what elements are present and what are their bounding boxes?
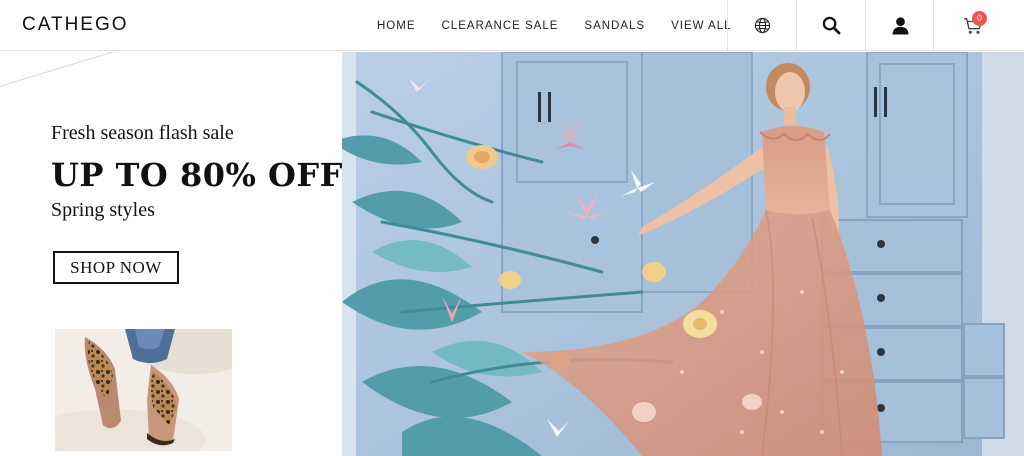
nav-item-view-all[interactable]: VIEW ALL [671, 20, 731, 32]
promo-panel: Fresh season flash sale UP TO 80% OFF Sp… [0, 52, 342, 456]
cart-count-badge: 0 [972, 11, 987, 26]
sandals-product-image[interactable] [55, 329, 232, 451]
hero-illustration [342, 52, 1024, 456]
nav-item-home[interactable]: HOME [377, 20, 416, 32]
promo-headline: UP TO 80% OFF [51, 156, 342, 194]
search-icon [822, 16, 840, 35]
account-button[interactable] [865, 0, 934, 51]
main-nav: HOME CLEARANCE SALE SANDALS VIEW ALL [377, 20, 758, 32]
promo-kicker: Fresh season flash sale [51, 122, 234, 144]
user-icon [891, 17, 909, 35]
language-button[interactable] [727, 0, 796, 51]
sandals-illustration [55, 329, 232, 451]
nav-item-sandals[interactable]: SANDALS [584, 20, 645, 32]
search-button[interactable] [796, 0, 865, 51]
globe-icon [754, 17, 770, 34]
promo-subline: Spring styles [51, 199, 155, 221]
hero-banner[interactable] [342, 52, 1024, 456]
site-header: CATHEGO HOME CLEARANCE SALE SANDALS VIEW… [0, 0, 1024, 51]
brand-logo[interactable]: CATHEGO [22, 14, 129, 36]
nav-item-clearance-sale[interactable]: CLEARANCE SALE [442, 20, 559, 32]
decorative-divider [0, 52, 181, 93]
cart-button[interactable]: 0 [933, 0, 1024, 51]
shop-now-button[interactable]: SHOP NOW [53, 251, 179, 284]
